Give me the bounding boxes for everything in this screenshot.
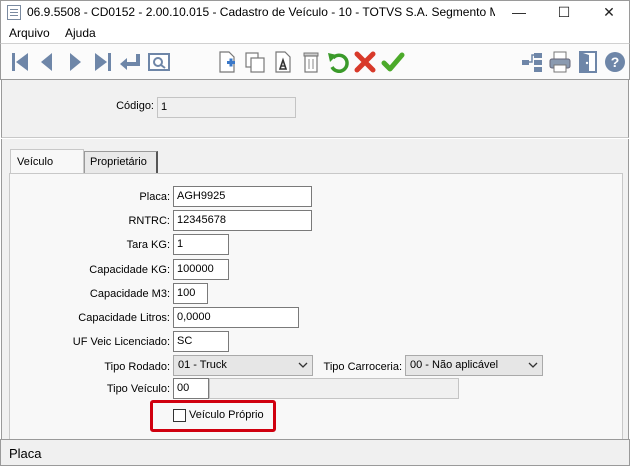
tipo-carroceria-label: Tipo Carroceria: bbox=[323, 361, 402, 373]
header-panel: Código: 1 bbox=[1, 80, 629, 138]
goto-record-icon[interactable] bbox=[118, 50, 142, 74]
cancel-icon[interactable] bbox=[353, 50, 377, 74]
minimize-button[interactable]: — bbox=[497, 1, 541, 25]
tipo-rodado-value: 01 - Truck bbox=[178, 359, 227, 371]
tara-kg-input[interactable]: 1 bbox=[173, 234, 229, 255]
confirm-icon[interactable] bbox=[381, 50, 405, 74]
tipo-veiculo-label: Tipo Veículo: bbox=[106, 383, 170, 395]
capacidade-litros-label: Capacidade Litros: bbox=[78, 312, 170, 324]
codigo-label: Código: bbox=[116, 100, 154, 112]
capacidade-kg-label: Capacidade KG: bbox=[89, 264, 170, 276]
placa-label: Placa: bbox=[139, 191, 170, 203]
undo-icon[interactable] bbox=[326, 50, 350, 74]
tipo-rodado-label: Tipo Rodado: bbox=[104, 361, 170, 373]
status-text: Placa bbox=[9, 446, 42, 461]
tipo-carroceria-select[interactable]: 00 - Não aplicável bbox=[405, 355, 543, 376]
status-bar: Placa bbox=[0, 439, 630, 466]
title-bar: 06.9.5508 - CD0152 - 2.00.10.015 - Cadas… bbox=[0, 0, 630, 24]
edit-record-icon[interactable] bbox=[271, 50, 295, 74]
help-icon[interactable]: ? bbox=[603, 50, 627, 74]
tipo-veiculo-description bbox=[209, 378, 459, 399]
capacidade-m3-label: Capacidade M3: bbox=[89, 288, 170, 300]
svg-text:?: ? bbox=[611, 54, 620, 70]
rntrc-label: RNTRC: bbox=[128, 215, 170, 227]
toolbar: ? bbox=[0, 43, 630, 80]
new-record-icon[interactable] bbox=[215, 50, 239, 74]
capacidade-litros-input[interactable]: 0,0000 bbox=[173, 307, 299, 328]
tipo-carroceria-value: 00 - Não aplicável bbox=[410, 359, 499, 371]
tab-body-veiculo bbox=[9, 173, 623, 439]
capacidade-kg-input[interactable]: 100000 bbox=[173, 259, 229, 280]
capacidade-m3-input[interactable]: 100 bbox=[173, 283, 208, 304]
first-record-icon[interactable] bbox=[9, 50, 33, 74]
uf-veic-licenciado-label: UF Veic Licenciado: bbox=[72, 336, 170, 348]
menu-bar: Arquivo Ajuda bbox=[0, 24, 630, 43]
veiculo-proprio-checkbox[interactable] bbox=[173, 409, 186, 422]
print-icon[interactable] bbox=[548, 50, 572, 74]
uf-veic-licenciado-input[interactable]: SC bbox=[173, 331, 229, 352]
menu-arquivo[interactable]: Arquivo bbox=[9, 26, 50, 40]
veiculo-proprio-label[interactable]: Veículo Próprio bbox=[189, 409, 264, 421]
previous-record-icon[interactable] bbox=[35, 50, 59, 74]
rntrc-input[interactable]: 12345678 bbox=[173, 210, 312, 231]
delete-record-icon[interactable] bbox=[299, 50, 323, 74]
close-button[interactable]: ✕ bbox=[587, 1, 630, 25]
maximize-button[interactable]: ☐ bbox=[542, 1, 586, 25]
last-record-icon[interactable] bbox=[90, 50, 114, 74]
tara-kg-label: Tara KG: bbox=[126, 239, 170, 251]
copy-record-icon[interactable] bbox=[243, 50, 267, 74]
exit-icon[interactable] bbox=[576, 50, 600, 74]
tipo-veiculo-input[interactable]: 00 bbox=[173, 378, 209, 399]
next-record-icon[interactable] bbox=[63, 50, 87, 74]
menu-ajuda[interactable]: Ajuda bbox=[65, 26, 96, 40]
tab-veiculo[interactable]: Veículo bbox=[10, 149, 84, 174]
codigo-field: 1 bbox=[157, 97, 296, 118]
app-icon bbox=[7, 5, 21, 20]
tab-proprietario[interactable]: Proprietário bbox=[84, 151, 158, 173]
placa-input[interactable]: AGH9925 bbox=[173, 186, 312, 207]
window-title: 06.9.5508 - CD0152 - 2.00.10.015 - Cadas… bbox=[27, 5, 495, 19]
search-record-icon[interactable] bbox=[147, 50, 171, 74]
chevron-down-icon bbox=[528, 362, 538, 368]
tipo-rodado-select[interactable]: 01 - Truck bbox=[173, 355, 313, 376]
hierarchy-icon[interactable] bbox=[520, 50, 544, 74]
chevron-down-icon bbox=[298, 362, 308, 368]
